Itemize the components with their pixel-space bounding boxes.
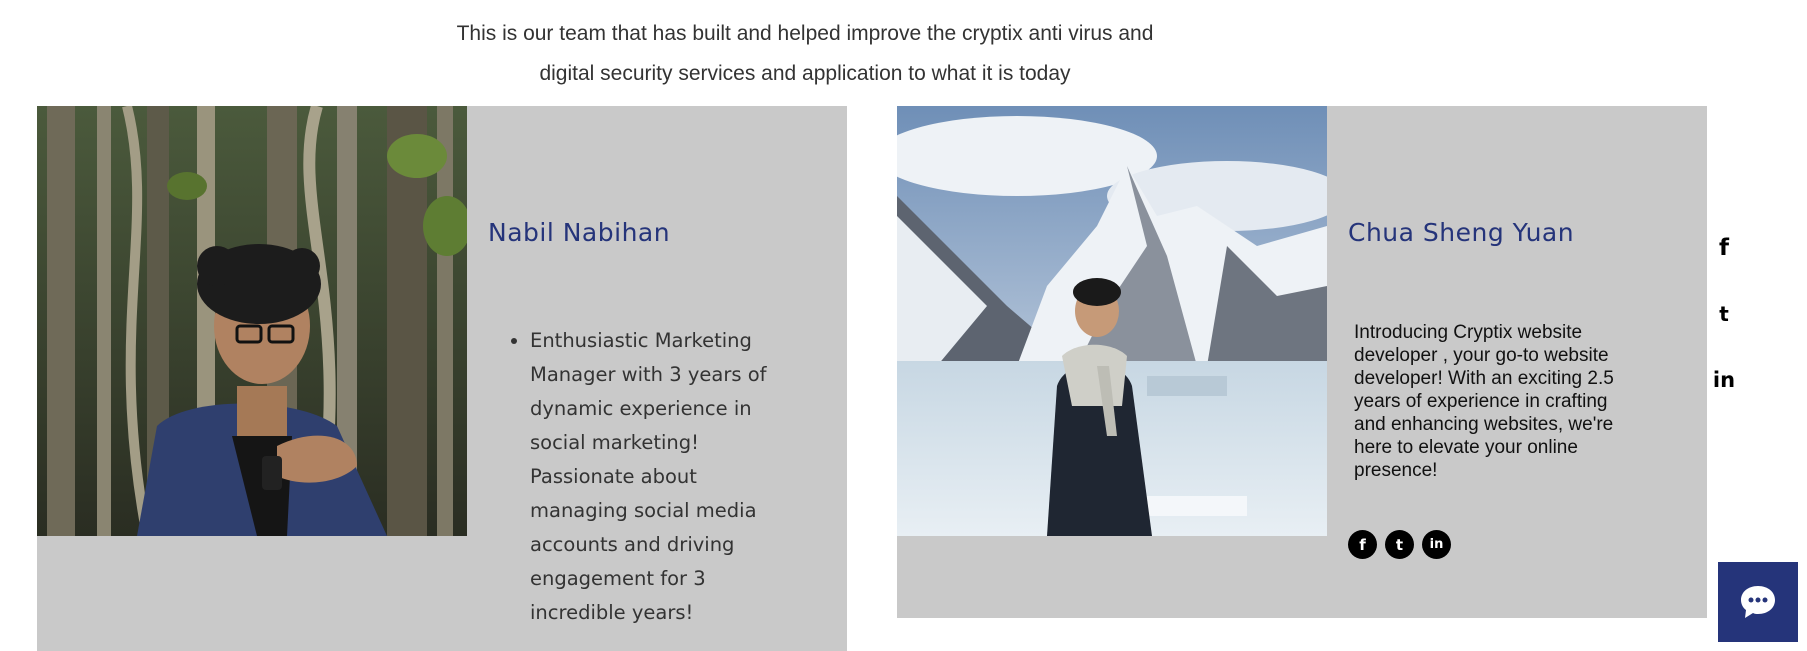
member-bio: Introducing Cryptix website developer , … [1354,322,1614,481]
member-photo-chua [897,106,1327,536]
member-bio-list: Enthusiastic Marketing Manager with 3 ye… [488,324,830,630]
team-card-chua: Chua Sheng Yuan Introducing Cryptix webs… [897,106,1707,618]
member-name: Chua Sheng Yuan [1348,218,1575,247]
mountain-portrait-image [897,106,1327,536]
chat-icon [1741,586,1775,618]
team-intro-line-2: digital security services and applicatio… [539,62,1071,85]
linkedin-icon[interactable]: in [1712,365,1736,395]
member-photo-nabil [37,106,467,536]
twitter-icon[interactable]: t [1385,530,1414,559]
member-social-links: f t in [1348,530,1451,559]
facebook-icon[interactable]: f [1712,233,1736,263]
chat-button[interactable] [1718,562,1798,642]
sidebar-social-links: f t in [1712,233,1736,395]
linkedin-icon[interactable]: in [1422,530,1451,559]
team-card-nabil: Nabil Nabihan Enthusiastic Marketing Man… [37,106,847,651]
team-intro-line-1: This is our team that has built and help… [456,22,1154,45]
member-name: Nabil Nabihan [488,218,671,247]
facebook-icon[interactable]: f [1348,530,1377,559]
forest-portrait-image [37,106,467,536]
twitter-icon[interactable]: t [1712,299,1736,329]
team-intro: This is our team that has built and help… [430,14,1180,94]
bio-list-item: Enthusiastic Marketing Manager with 3 ye… [530,324,830,630]
